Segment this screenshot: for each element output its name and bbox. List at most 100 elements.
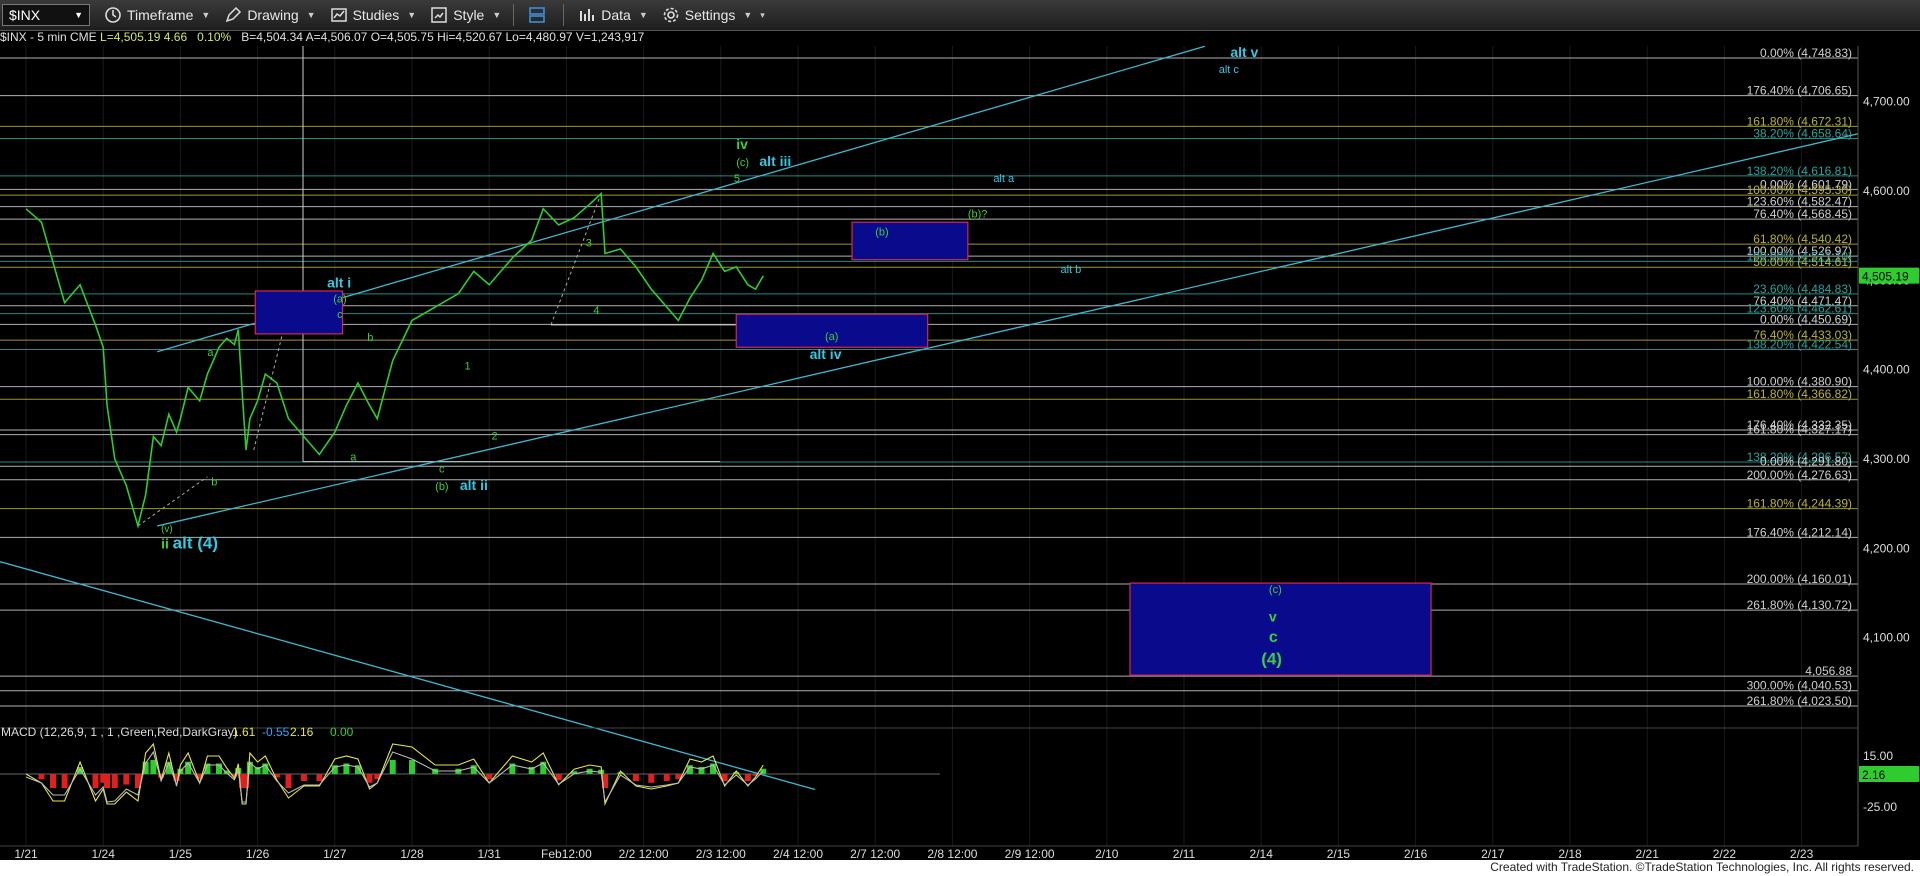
wave-label: c: [439, 463, 445, 475]
high-value: Hi=4,520.67: [437, 30, 503, 44]
studies-label: Studies: [352, 7, 400, 23]
x-tick-label: 1/25: [169, 847, 193, 860]
wave-label: 1: [464, 361, 470, 373]
ask-value: A=4,506.07: [305, 30, 368, 44]
x-tick-label: 2/22: [1713, 847, 1737, 860]
toolbar: $INX ▼ Timeframe ▼ Drawing ▼ Studies ▼ Styl…: [0, 0, 1920, 31]
x-tick-label: 2/16: [1404, 847, 1428, 860]
last-price-label: 4,505.19: [1862, 270, 1909, 284]
macd-histogram-bar: [104, 774, 111, 788]
wave-label: ii: [161, 535, 169, 551]
x-tick-label: 1/21: [14, 847, 38, 860]
x-tick-label: 1/26: [246, 847, 270, 860]
wave-label: (b)?: [968, 209, 988, 221]
open-value: O=4,505.75: [370, 30, 434, 44]
wave-label: alt i: [327, 274, 351, 290]
wave-label: (c): [736, 157, 749, 169]
x-tick-label: 1/28: [400, 847, 424, 860]
x-tick-label: 2/18: [1558, 847, 1582, 860]
wave-label: c: [1269, 629, 1278, 646]
macd-histogram-bar: [92, 774, 99, 788]
studies-menu[interactable]: Studies ▼: [330, 6, 416, 24]
last-price: L=4,505.19: [100, 30, 161, 44]
low-value: Lo=4,480.97: [505, 30, 573, 44]
wave-label: (v): [161, 524, 173, 535]
data-label: Data: [601, 7, 631, 23]
dashed-guide-line: [253, 324, 286, 451]
fib-level-label: 300.00% (4,040.53): [1747, 679, 1852, 693]
fib-level-label: 176.40% (4,212.14): [1747, 525, 1852, 539]
x-tick-label: 2/8 12:00: [927, 847, 977, 860]
macd-histogram-bar: [111, 774, 118, 788]
y-tick-label: 4,700.00: [1863, 95, 1910, 109]
macd-histogram-bar: [38, 774, 45, 780]
wave-label: c: [337, 309, 343, 321]
toolbar-divider: [563, 4, 565, 26]
x-tick-label: 2/17: [1481, 847, 1505, 860]
x-tick-label: 1/27: [323, 847, 347, 860]
wave-label: a: [350, 452, 357, 464]
change-percent: 0.10%: [197, 30, 232, 44]
chevron-down-icon: ▼: [638, 10, 648, 20]
macd-value: 2.16: [290, 725, 314, 739]
macd-histogram-bar: [61, 774, 68, 788]
fib-level-label: 161.80% (4,327.17): [1747, 423, 1852, 437]
wave-label: (b): [435, 481, 448, 493]
x-tick-label: 2/2 12:00: [619, 847, 669, 860]
pencil-icon: [226, 6, 242, 23]
chevron-down-icon: ▼: [492, 10, 502, 20]
settings-menu[interactable]: Settings ▼ ▾: [662, 6, 765, 24]
wave-label: iv: [736, 136, 748, 152]
macd-value: 1.61: [232, 725, 256, 739]
timeframe-menu[interactable]: Timeframe ▼: [104, 6, 210, 24]
y-tick-label: 4,100.00: [1863, 631, 1910, 645]
wave-label: b: [211, 477, 217, 489]
x-tick-label: 2/21: [1636, 847, 1660, 860]
macd-y-tick: -25.00: [1863, 800, 1897, 814]
price-chart[interactable]: 0.00% (4,748.83) 176.40% (4,706.65) 161.80…: [0, 46, 1920, 860]
x-tick-label: Feb12:00: [541, 847, 592, 860]
x-tick-label: 2/3 12:00: [696, 847, 746, 860]
fib-level-label: 138.20% (4,422.54): [1747, 337, 1852, 351]
data-menu[interactable]: Data ▼: [578, 6, 648, 24]
y-tick-label: 4,400.00: [1863, 363, 1910, 377]
wave-label: 3: [586, 237, 592, 249]
drawing-menu[interactable]: Drawing ▼: [224, 6, 316, 24]
trend-line-lower: [157, 118, 1920, 527]
price-line: [25, 191, 764, 530]
wave-label: v: [1269, 609, 1277, 625]
macd-histogram-bar: [123, 774, 130, 785]
x-tick-label: 2/10: [1095, 847, 1119, 860]
style-menu[interactable]: Style ▼: [430, 6, 501, 24]
macd-histogram-bar: [50, 774, 57, 788]
wave-label: alt iv: [810, 346, 842, 362]
wave-label: (c): [1269, 584, 1282, 596]
x-tick-label: 2/9 12:00: [1005, 847, 1055, 860]
fib-level-label: 0.00% (4,291.80): [1760, 454, 1852, 468]
b-box: [851, 221, 969, 261]
wave-label: 2: [492, 430, 498, 442]
macd-y-tick: 15.00: [1863, 749, 1893, 763]
x-tick-label: 2/7 12:00: [850, 847, 900, 860]
volume-value: V=1,243,917: [575, 30, 645, 44]
symbol-selector[interactable]: $INX ▼: [2, 4, 90, 26]
macd-histogram-bar: [409, 760, 415, 774]
x-tick-label: 1/31: [478, 847, 502, 860]
fib-level-label: 0.00% (4,450.69): [1760, 312, 1852, 326]
clock-icon: [105, 7, 121, 23]
y-tick-label: 4,200.00: [1863, 541, 1910, 555]
dashed-guide-line: [137, 476, 208, 527]
toolbar-divider: [513, 4, 515, 26]
layout-button[interactable]: [528, 6, 551, 24]
change-value: 4.66: [163, 30, 188, 44]
chevron-down-icon: ▼: [743, 10, 753, 20]
wave-label: alt a: [993, 173, 1015, 185]
macd-histogram-bar: [316, 774, 323, 781]
macd-histogram-bar: [285, 774, 292, 788]
macd-label: MACD (12,26,9, 1 , 1 ,Green,Red,DarkGray…: [1, 725, 238, 739]
wave-label: alt (4): [173, 533, 218, 552]
fib-level-label: 0.00% (4,748.83): [1760, 46, 1852, 60]
footer-credit: Created with TradeStation. ©TradeStation…: [1488, 860, 1916, 874]
bid-value: B=4,504.34: [241, 30, 303, 44]
fib-level-label: 138.20% (4,616.81): [1747, 164, 1852, 178]
